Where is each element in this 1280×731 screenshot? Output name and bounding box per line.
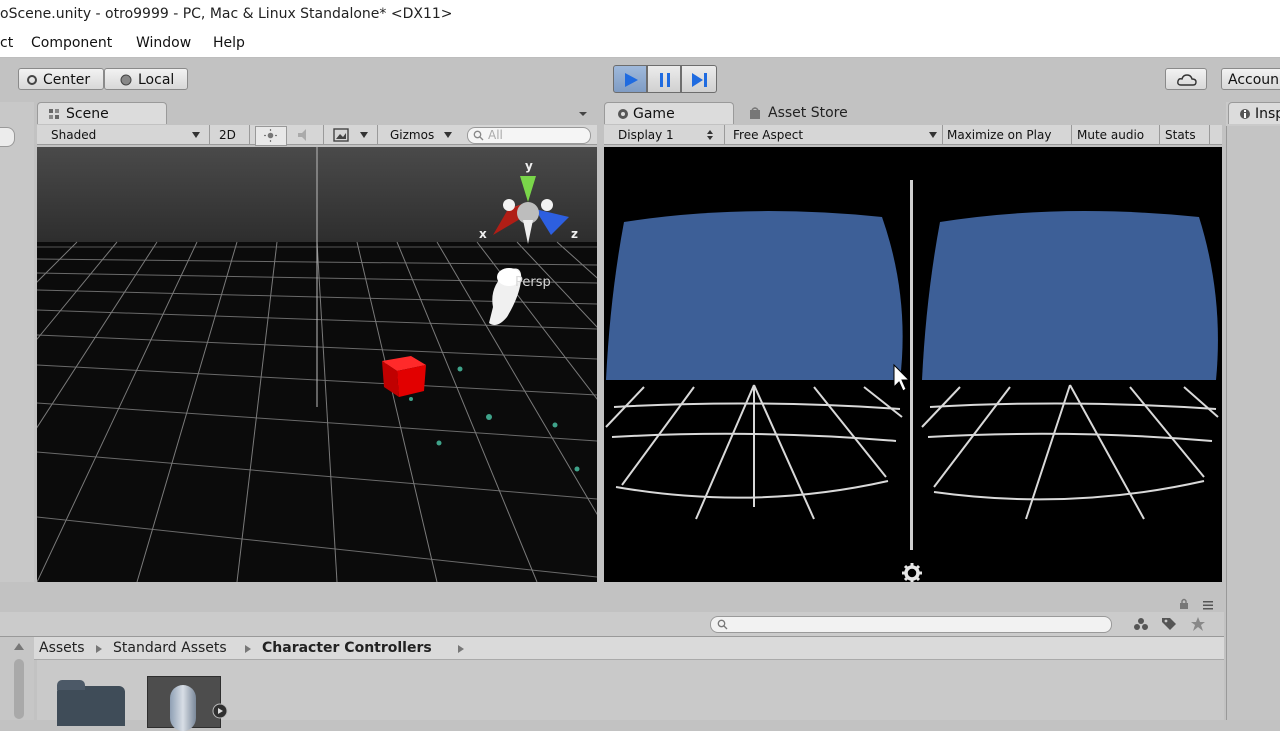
collab-cloud-button[interactable] xyxy=(1165,68,1207,90)
scene-icon xyxy=(49,109,59,119)
chevron-down-icon[interactable] xyxy=(360,131,368,139)
cloud-icon xyxy=(1177,74,1197,86)
tab-scene[interactable]: Scene xyxy=(37,102,167,124)
gizmo-z-label: z xyxy=(571,227,578,241)
eye-divider xyxy=(910,180,913,550)
hierarchy-search-edge[interactable] xyxy=(0,127,15,147)
updown-icon xyxy=(707,130,713,140)
stats-toggle[interactable]: Stats xyxy=(1165,127,1196,143)
project-toolbar xyxy=(0,598,1224,637)
scene-toolbar: Shaded 2D Gizmos All xyxy=(37,125,597,146)
pause-button[interactable] xyxy=(647,65,681,93)
tab-game[interactable]: Game xyxy=(604,102,734,124)
scene-lighting-toggle[interactable] xyxy=(255,126,287,146)
project-search-input[interactable] xyxy=(710,616,1112,633)
menu-item-project[interactable]: ct xyxy=(0,35,13,51)
capsule-icon xyxy=(170,685,196,731)
menu-item-window[interactable]: Window xyxy=(136,35,191,51)
game-icon xyxy=(618,109,628,119)
mouse-cursor xyxy=(893,363,911,392)
folder-tree-scroll[interactable] xyxy=(0,637,34,720)
chevron-right-icon xyxy=(458,645,464,653)
asset-store-tab-label: Asset Store xyxy=(768,105,848,121)
step-button[interactable] xyxy=(681,65,717,93)
title-bar: oScene.unity - otro9999 - PC, Mac & Linu… xyxy=(0,0,1280,31)
folder-icon[interactable] xyxy=(57,680,125,726)
breadcrumb-item-assets[interactable]: Assets xyxy=(39,640,85,656)
assets-grid xyxy=(37,660,1224,731)
tab-asset-store[interactable]: Asset Store xyxy=(740,102,880,124)
pivot-center-label: Center xyxy=(43,72,91,88)
pivot-icon xyxy=(27,75,37,85)
scene-tab-label: Scene xyxy=(66,106,109,122)
prefab-thumbnail[interactable] xyxy=(147,676,228,731)
game-toolbar: Display 1 Free Aspect Maximize on Play M… xyxy=(604,125,1222,145)
sun-icon xyxy=(264,129,277,142)
chevron-down-icon xyxy=(192,132,200,138)
breadcrumb-item-character-controllers[interactable]: Character Controllers xyxy=(262,640,432,656)
scene-grid xyxy=(37,147,597,582)
gizmo-x-label: x xyxy=(479,227,487,241)
info-icon xyxy=(1240,109,1250,119)
favorite-star-icon[interactable] xyxy=(1190,616,1206,632)
mode-2d-toggle[interactable]: 2D xyxy=(219,127,236,143)
breadcrumb-item-standard-assets[interactable]: Standard Assets xyxy=(113,640,227,656)
projection-label[interactable]: Persp xyxy=(515,275,551,290)
right-eye-view xyxy=(921,211,1219,520)
scene-viewport[interactable]: y x z Persp xyxy=(37,147,597,582)
chevron-right-icon xyxy=(245,645,251,653)
panel-menu-icon[interactable] xyxy=(1202,600,1214,610)
vr-stereo-render xyxy=(605,180,1219,550)
play-preview-icon[interactable] xyxy=(212,703,228,719)
chevron-down-icon xyxy=(444,132,452,138)
pivot-local-label: Local xyxy=(138,72,175,88)
chevron-down-icon xyxy=(929,132,937,138)
store-icon xyxy=(750,107,760,119)
pivot-center-button[interactable]: Center xyxy=(18,68,104,90)
step-icon xyxy=(692,73,707,87)
rotation-icon xyxy=(120,74,132,86)
inspector-panel: Insp xyxy=(1226,102,1280,720)
account-button[interactable]: Accoun xyxy=(1221,68,1280,90)
scene-search-placeholder: All xyxy=(488,128,503,142)
menu-item-help[interactable]: Help xyxy=(213,35,245,51)
scroll-up-icon xyxy=(14,643,24,650)
image-effects-icon[interactable] xyxy=(333,128,349,142)
breadcrumb: Assets Standard Assets Character Control… xyxy=(0,637,1224,660)
game-tab-label: Game xyxy=(633,106,675,122)
shading-mode-dropdown[interactable]: Shaded xyxy=(51,127,96,143)
play-icon xyxy=(625,73,638,87)
maximize-on-play-toggle[interactable]: Maximize on Play xyxy=(947,127,1051,143)
play-button[interactable] xyxy=(613,65,647,93)
display-dropdown[interactable]: Display 1 xyxy=(618,127,674,143)
menu-bar: ct Component Window Help xyxy=(0,31,1280,58)
tab-inspector[interactable]: Insp xyxy=(1228,102,1280,124)
inspector-tab-label: Insp xyxy=(1255,106,1280,122)
search-icon xyxy=(717,619,728,630)
window-title: oScene.unity - otro9999 - PC, Mac & Linu… xyxy=(0,6,453,22)
game-viewport[interactable] xyxy=(604,147,1222,582)
scene-search-input[interactable]: All xyxy=(467,127,591,144)
audio-icon[interactable] xyxy=(297,128,313,142)
gear-icon[interactable] xyxy=(901,562,923,582)
left-panel-edge xyxy=(0,102,34,582)
chevron-right-icon xyxy=(96,645,102,653)
gizmo-y-label: y xyxy=(525,159,533,173)
mute-audio-toggle[interactable]: Mute audio xyxy=(1077,127,1144,143)
menu-item-component[interactable]: Component xyxy=(31,35,112,51)
lock-icon[interactable] xyxy=(1178,598,1190,610)
left-eye-view xyxy=(605,211,903,520)
pause-icon xyxy=(660,73,670,87)
account-label: Accoun xyxy=(1228,72,1280,88)
panel-menu-icon[interactable] xyxy=(577,107,589,119)
search-icon xyxy=(473,130,484,141)
filter-type-icon[interactable] xyxy=(1132,616,1150,632)
gizmos-dropdown[interactable]: Gizmos xyxy=(390,127,434,143)
label-tag-icon[interactable] xyxy=(1160,616,1178,632)
pivot-local-button[interactable]: Local xyxy=(104,68,188,90)
aspect-dropdown[interactable]: Free Aspect xyxy=(733,127,803,143)
